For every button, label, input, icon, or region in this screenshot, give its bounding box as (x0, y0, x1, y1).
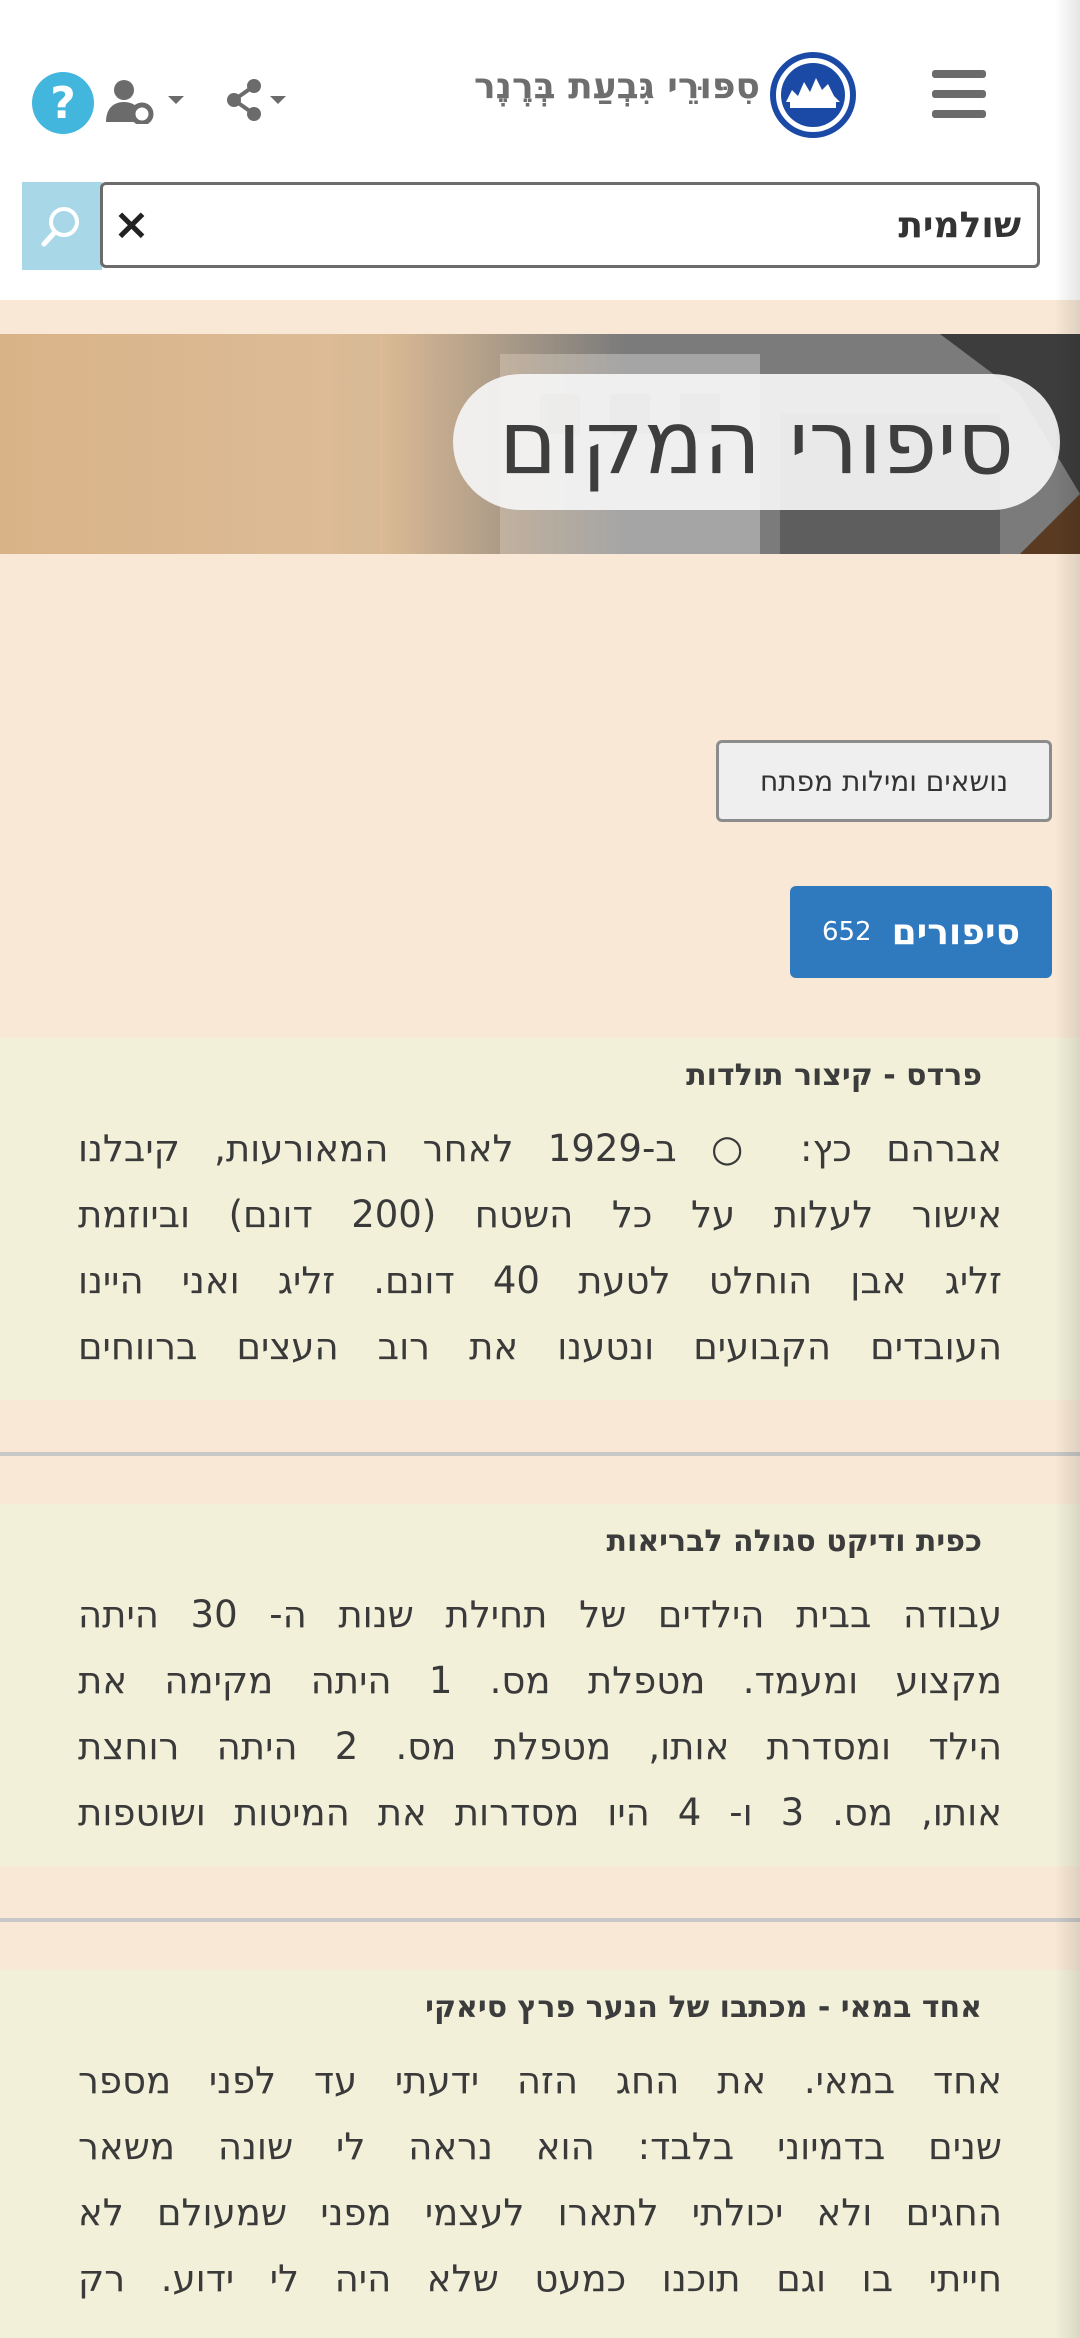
hamburger-menu-button[interactable] (932, 70, 986, 118)
menu-bar-icon (932, 70, 986, 78)
search-button[interactable] (22, 182, 102, 270)
story-line: העובדים הקבועים ונטענו את רוב העצים ברוו… (78, 1325, 1002, 1368)
user-cog-icon[interactable] (104, 78, 190, 124)
story-excerpt: אחד במאי. את החג הזה ידעתי עד לפני מספר … (78, 2048, 1002, 2312)
story-line: שנים בדמיוני בלבד: הוא נראה לי שונה משאר (78, 2125, 1002, 2168)
story-line: אישור לעלות על כל השטח (200 דונם) וביוזמ… (78, 1193, 1002, 1236)
stories-button[interactable]: סיפורים 652 (790, 886, 1052, 978)
page-title: סיפורי המקום (452, 374, 1060, 510)
topics-keywords-button[interactable]: נושאים ומילות מפתח (716, 740, 1052, 822)
divider (0, 1452, 1080, 1456)
story-line: זליג אבן הוחלט לטעת 40 דונם. זליג ואני ה… (78, 1259, 1002, 1302)
story-card[interactable]: אחד במאי - מכתבו של הנער פרץ סיאקי אחד ב… (0, 1970, 1080, 2338)
stories-button-label: סיפורים (891, 911, 1021, 953)
story-line: החגים ולא יכולתי לתארו לעצמי מפני שמעולם… (78, 2191, 1002, 2234)
story-title[interactable]: כפית ודיקט סגולה לבריאות (607, 1524, 982, 1559)
site-title[interactable]: סִפּוּרֵי גִּבְעַת בְּרֶנֶר (474, 66, 760, 107)
close-icon[interactable]: × (113, 199, 150, 250)
stories-count-badge: 652 (821, 917, 872, 947)
story-card[interactable]: פרדס - קיצור תולדות אברהם כץ: ○ ב-1929 ל… (0, 1038, 1080, 1400)
story-excerpt: עבודה בבית הילדים של תחילת שנות ה- 30 הי… (78, 1582, 1002, 1846)
menu-bar-icon (932, 90, 986, 98)
story-card[interactable]: כפית ודיקט סגולה לבריאות עבודה בבית הילד… (0, 1504, 1080, 1866)
search-input[interactable]: שולמית × (100, 182, 1040, 268)
help-icon[interactable]: ? (32, 72, 94, 134)
story-line: מקצוע ומעמד. מטפלת מס. 1 היתה מקימה את (78, 1659, 1003, 1702)
site-logo[interactable] (770, 52, 856, 138)
story-line: הילד ומסדרת אותו, מטפלת מס. 2 היתה רוחצת (78, 1725, 1002, 1768)
search-icon (41, 207, 79, 247)
divider (0, 1918, 1080, 1922)
story-line: אחד במאי. את החג הזה ידעתי עד לפני מספר (78, 2059, 1002, 2102)
page-banner: סיפורי המקום (0, 334, 1080, 554)
story-line: אותו, מס. 3 ו- 4 היו מסדרות את המיטות וש… (78, 1791, 1002, 1834)
app-header: סִפּוּרֵי גִּבְעַת בְּרֶנֶר ? שולמית × (0, 0, 1080, 300)
story-line: חייתי בו וגם תוכנו כמעט שלא היה לי ידוע.… (78, 2257, 1002, 2300)
story-title[interactable]: אחד במאי - מכתבו של הנער פרץ סיאקי (425, 1990, 982, 2025)
story-excerpt: אברהם כץ: ○ ב-1929 לאחר המאורעות, קיבלנו… (78, 1116, 1002, 1380)
story-title[interactable]: פרדס - קיצור תולדות (686, 1058, 982, 1093)
story-line: אברהם כץ: ○ ב-1929 לאחר המאורעות, קיבלנו (78, 1127, 1002, 1170)
search-input-value[interactable]: שולמית (898, 205, 1021, 246)
share-icon[interactable] (218, 78, 290, 122)
story-line: עבודה בבית הילדים של תחילת שנות ה- 30 הי… (78, 1593, 1003, 1636)
menu-bar-icon (932, 110, 986, 118)
